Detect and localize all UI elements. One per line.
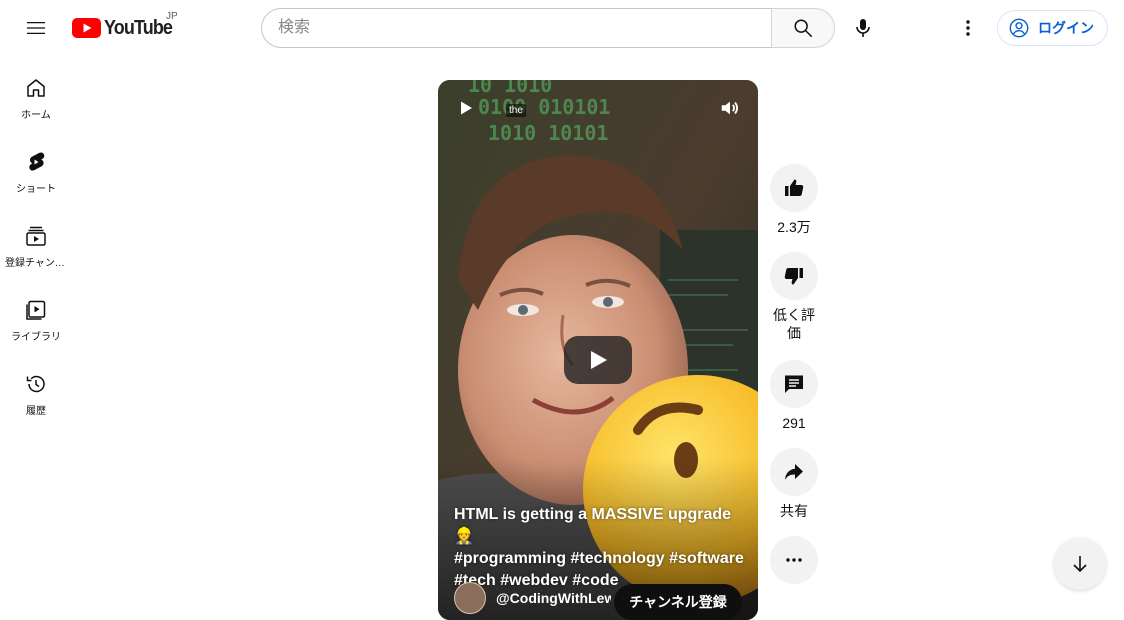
search-input[interactable] [261, 8, 772, 48]
more-action [768, 536, 820, 584]
sidebar-item-shorts[interactable]: ショート [4, 130, 68, 204]
thumbs-up-icon [785, 179, 804, 196]
sidebar-item-subscriptions[interactable]: 登録チャンネル [4, 204, 68, 278]
home-icon [24, 76, 48, 100]
menu-button[interactable] [16, 8, 56, 48]
sidebar-item-home[interactable]: ホーム [4, 56, 68, 130]
menu-icon [27, 22, 45, 34]
search-button[interactable] [771, 8, 835, 48]
play-icon [461, 101, 472, 115]
mute-button[interactable] [718, 96, 742, 120]
dislike-button[interactable] [770, 252, 818, 300]
shorts-icon [24, 150, 48, 174]
caption-tag: the [506, 104, 526, 117]
masthead: YouTube JP ログイン [0, 0, 1124, 56]
subscriptions-icon [24, 224, 48, 248]
comment-action: 291 [768, 360, 820, 432]
sidebar-item-library[interactable]: ライブラリ [4, 278, 68, 352]
more-vert-icon [966, 20, 970, 36]
subscribe-button[interactable]: チャンネル登録 [614, 584, 742, 620]
comment-count: 291 [782, 415, 806, 431]
sidebar-item-history[interactable]: 履歴 [4, 352, 68, 426]
share-button[interactable] [770, 448, 818, 496]
search-box [261, 8, 835, 48]
history-icon [24, 372, 48, 396]
like-action: 2.3万 [768, 164, 820, 236]
play-pause-button[interactable] [454, 96, 478, 120]
like-count: 2.3万 [777, 219, 811, 235]
logo-country-code: JP [166, 11, 178, 22]
settings-more-button[interactable] [948, 8, 988, 48]
share-icon [785, 464, 803, 480]
share-label: 共有 [780, 503, 808, 519]
sidebar-item-label: ライブラリ [11, 332, 61, 343]
shorts-video-player[interactable]: 10 1010 0100 010101 1010 10101 [438, 80, 758, 620]
search-icon [794, 19, 813, 37]
more-horiz-icon [786, 558, 802, 562]
login-label: ログイン [1038, 20, 1094, 36]
comments-button[interactable] [770, 360, 818, 408]
login-button[interactable]: ログイン [997, 10, 1108, 46]
arrow-down-icon [1073, 556, 1087, 573]
account-circle-icon [1009, 18, 1029, 38]
volume-icon [721, 101, 739, 115]
more-actions-button[interactable] [770, 536, 818, 584]
library-icon [24, 298, 48, 322]
share-action: 共有 [768, 448, 820, 520]
dislike-label: 低く評価 [773, 307, 815, 341]
channel-row: @CodingWithLewis チャンネル登録 [454, 580, 754, 620]
video-title[interactable]: HTML is getting a MASSIVE upgrade 👷 #pro… [454, 504, 744, 592]
large-play-button[interactable] [564, 336, 632, 384]
thumbs-down-icon [784, 268, 803, 285]
youtube-logo[interactable]: YouTube JP [72, 11, 180, 42]
sidebar-item-label: 登録チャンネル [5, 258, 67, 269]
microphone-icon [856, 19, 870, 37]
dislike-action: 低く評価 [768, 252, 820, 342]
like-button[interactable] [770, 164, 818, 212]
channel-name[interactable]: @CodingWithLewis [496, 590, 611, 606]
channel-avatar[interactable] [454, 582, 486, 614]
next-video-button[interactable] [1054, 538, 1106, 590]
mini-guide-sidebar: ホーム ショート 登録チャンネル ライブラリ [0, 56, 72, 600]
logo-wordmark: YouTube [104, 16, 173, 39]
title-line: HTML is getting a MASSIVE upgrade 👷 [454, 506, 732, 545]
play-icon [591, 351, 607, 369]
youtube-play-logo-icon [72, 18, 101, 38]
sidebar-item-label: ホーム [21, 110, 51, 121]
comment-icon [785, 375, 803, 393]
title-line: #programming #technology #software [454, 550, 744, 567]
sidebar-item-label: 履歴 [26, 406, 46, 417]
sidebar-item-label: ショート [16, 184, 56, 195]
voice-search-button[interactable] [843, 8, 883, 48]
